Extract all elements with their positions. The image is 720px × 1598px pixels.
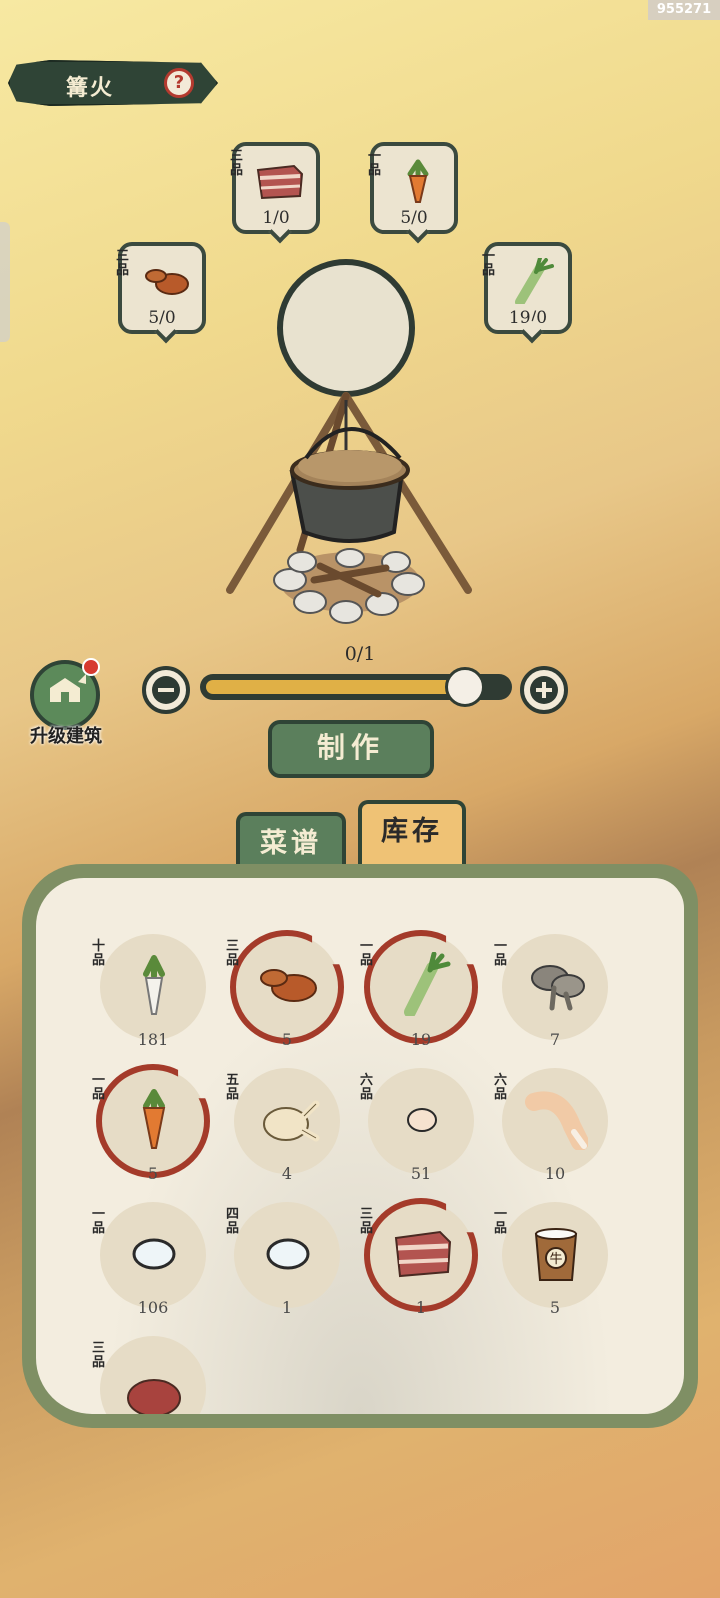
tab-stock[interactable]: 库存 xyxy=(358,800,466,870)
leek-icon xyxy=(515,258,554,304)
item-count: 1 xyxy=(415,1298,427,1317)
slider-handle[interactable] xyxy=(445,667,485,707)
grade-label: 三品 xyxy=(360,1207,374,1236)
grade-label: 一品 xyxy=(494,1207,508,1236)
side-pull-tab[interactable] xyxy=(0,222,10,342)
steak-icon xyxy=(127,1379,181,1414)
white-egg-icon xyxy=(266,1238,310,1270)
ingredient-slot[interactable]: 三品 5/0 xyxy=(116,242,206,334)
make-button[interactable]: 制作 xyxy=(268,720,434,778)
increase-button[interactable] xyxy=(520,666,568,714)
grade-label: 三品 xyxy=(226,939,240,968)
decrease-button[interactable] xyxy=(142,666,190,714)
inventory-grid: 十品 181 三品 5 一品 19 一品 7 一品 5 五品 4 六品 51 六品 10 一品 106 四品 1 三品 1… xyxy=(36,878,684,1414)
quantity-slider[interactable] xyxy=(200,667,512,707)
upgrade-building-label: 升级建筑 xyxy=(30,726,102,747)
page-title: 篝火 xyxy=(66,75,115,101)
mushroom-icon xyxy=(531,965,585,1011)
item-count: 5 xyxy=(147,1164,159,1183)
inventory-item[interactable]: 六品 51 xyxy=(360,1068,474,1183)
grade-label: 四品 xyxy=(226,1207,240,1236)
carrot-icon xyxy=(407,159,429,203)
inventory-item[interactable]: 三品 5 xyxy=(226,930,344,1049)
inventory-item[interactable]: 一品 106 xyxy=(92,1202,206,1317)
item-count: 10 xyxy=(544,1164,566,1183)
minus-icon xyxy=(152,676,180,704)
inventory-item[interactable]: 一品牛 5 xyxy=(494,1202,608,1317)
inventory-item[interactable]: 五品 4 xyxy=(226,1068,340,1183)
item-count: 4 xyxy=(281,1164,293,1183)
item-count: 7 xyxy=(549,1030,561,1049)
whole-chicken-icon xyxy=(263,1100,320,1142)
inventory-item[interactable]: 一品 19 xyxy=(360,930,478,1049)
grade-label: 三品 xyxy=(116,249,130,278)
campfire-pot-illustration xyxy=(226,259,472,624)
notification-dot xyxy=(82,658,100,676)
grade-label: 三品 xyxy=(92,1341,106,1370)
grade-label: 一品 xyxy=(368,149,382,178)
inventory-item[interactable]: 六品 10 xyxy=(494,1068,608,1183)
bucket-label: 牛 xyxy=(549,1252,562,1267)
pork-belly-icon xyxy=(256,164,304,200)
grade-label: 六品 xyxy=(494,1073,508,1102)
chicken-leg-icon xyxy=(525,1091,588,1150)
inventory-item[interactable]: 四品 1 xyxy=(226,1202,340,1317)
leek-icon xyxy=(404,952,451,1016)
item-count: 106 xyxy=(137,1298,169,1317)
radish-icon xyxy=(143,955,165,1015)
slot-count: 5/0 xyxy=(400,208,428,228)
grade-label: 六品 xyxy=(360,1073,374,1102)
white-egg-icon xyxy=(132,1238,176,1270)
chicken-wing-icon xyxy=(260,969,317,1002)
grade-label: 一品 xyxy=(92,1073,106,1102)
slot-count: 5/0 xyxy=(148,308,176,328)
chicken-wing-icon xyxy=(145,269,189,295)
inventory-item[interactable]: 三品 1 xyxy=(360,1198,478,1317)
ingredient-slot[interactable]: 一品 5/0 xyxy=(368,142,458,234)
help-icon[interactable]: ? xyxy=(164,68,194,98)
item-count: 51 xyxy=(410,1164,432,1183)
carrot-icon xyxy=(142,1089,166,1149)
item-count: 5 xyxy=(281,1030,293,1049)
inventory-item[interactable]: 十品 181 xyxy=(92,934,206,1049)
craft-progress: 0/1 xyxy=(344,643,376,665)
pork-belly-icon xyxy=(394,1230,452,1278)
inventory-item[interactable]: 一品 5 xyxy=(92,1064,210,1183)
item-count: 19 xyxy=(410,1030,432,1049)
slider-fill xyxy=(206,680,465,694)
grade-label: 一品 xyxy=(92,1207,106,1236)
inventory-item[interactable]: 一品 7 xyxy=(494,934,608,1049)
milk-bucket-icon: 牛 xyxy=(534,1228,578,1281)
item-count: 5 xyxy=(549,1298,561,1317)
egg-icon xyxy=(407,1108,437,1132)
watermark: 955271 xyxy=(648,0,720,20)
slot-count: 1/0 xyxy=(262,208,290,228)
grade-label: 一品 xyxy=(494,939,508,968)
item-count: 181 xyxy=(137,1030,169,1049)
inventory-panel: 十品 181 三品 5 一品 19 一品 7 一品 5 五品 4 六品 51 六品 10 一品 106 四品 1 三品 1… xyxy=(22,864,698,1428)
plus-icon xyxy=(530,676,558,704)
item-count: 1 xyxy=(281,1298,293,1317)
grade-label: 三品 xyxy=(230,149,244,178)
grade-label: 一品 xyxy=(360,939,374,968)
grade-label: 五品 xyxy=(226,1073,240,1102)
grade-label: 十品 xyxy=(92,939,106,968)
ingredient-slot[interactable]: 三品 1/0 xyxy=(230,142,320,234)
inventory-item[interactable]: 三品 xyxy=(92,1336,206,1414)
